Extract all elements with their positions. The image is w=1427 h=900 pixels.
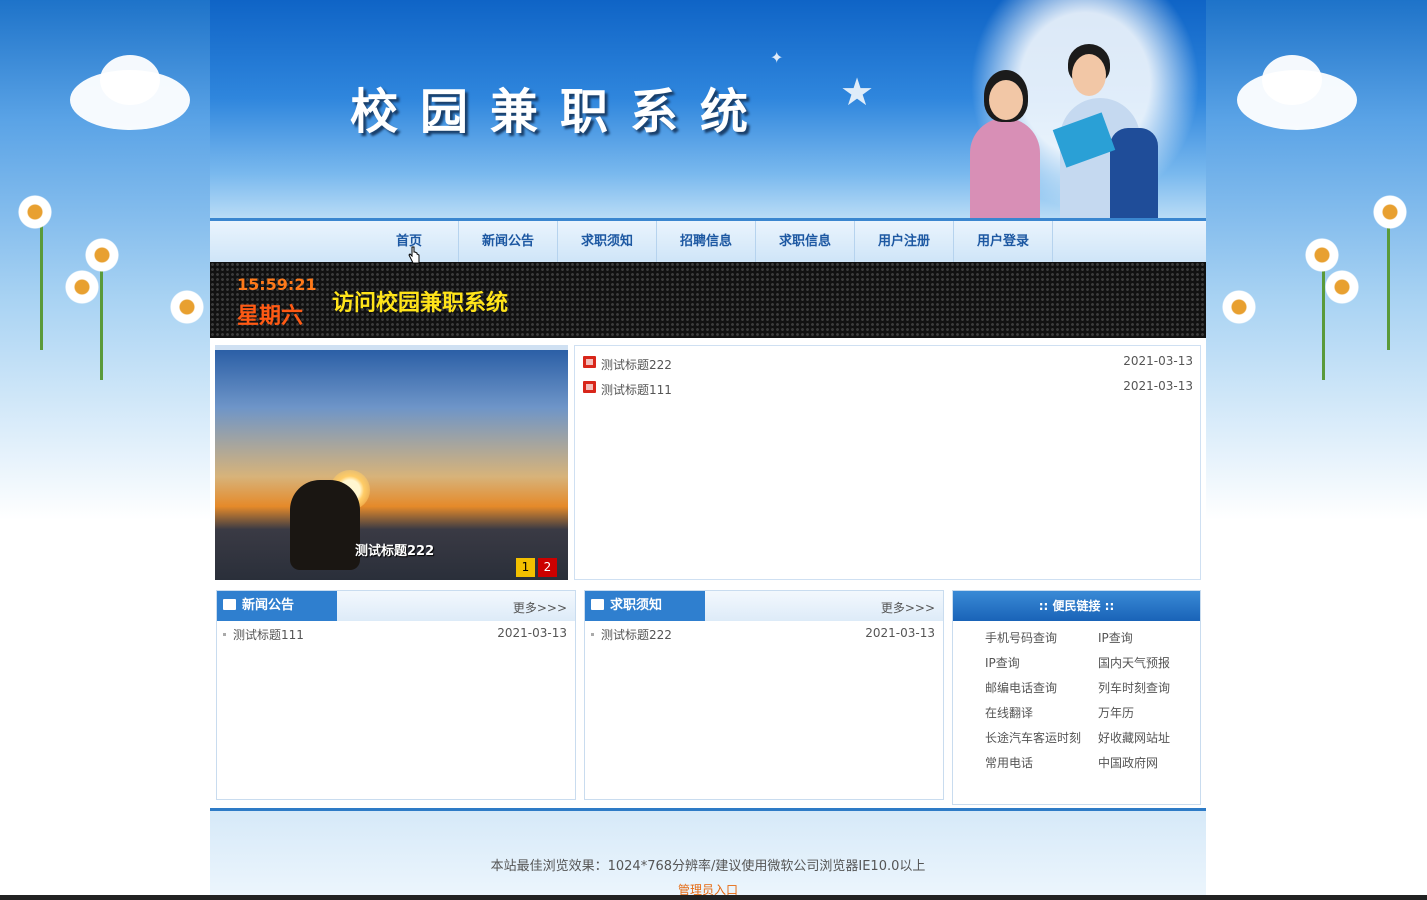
book-icon [223, 599, 236, 610]
item-title-link[interactable]: 测试标题222 [601, 626, 672, 643]
clock-time: 15:59:21 [237, 275, 317, 294]
main-navigation: 首页 新闻公告 求职须知 招聘信息 求职信息 用户注册 用户登录 [210, 218, 1206, 262]
list-item[interactable]: 测试标题111 2021-03-13 [583, 379, 1193, 399]
nav-recruitment[interactable]: 招聘信息 [657, 221, 756, 262]
item-date: 2021-03-13 [497, 626, 567, 640]
star-icon: ★ [840, 70, 875, 114]
link-calendar[interactable]: 万年历 [1098, 704, 1134, 721]
image-slideshow[interactable]: 测试标题222 1 2 [215, 345, 568, 580]
star-icon: ✦ [770, 48, 784, 67]
link-train-schedule[interactable]: 列车时刻查询 [1098, 679, 1170, 696]
more-link[interactable]: 更多>>> [881, 599, 935, 616]
slide-page-2-button[interactable]: 2 [538, 558, 557, 577]
news-flag-icon [583, 356, 596, 368]
site-banner: ★ ✦ 校园兼职系统 [210, 0, 1206, 218]
news-title-link[interactable]: 测试标题222 [601, 356, 672, 373]
panel-title: 求职须知 [585, 591, 705, 621]
news-panel: 新闻公告 更多>>> 测试标题111 2021-03-13 [216, 590, 576, 800]
slide-caption[interactable]: 测试标题222 [355, 540, 434, 559]
nav-job-seeking[interactable]: 求职信息 [756, 221, 855, 262]
news-title-link[interactable]: 测试标题111 [601, 381, 672, 398]
link-weather[interactable]: 国内天气预报 [1098, 654, 1170, 671]
site-footer: 本站最佳浏览效果：1024*768分辨率/建议使用微软公司浏览器IE10.0以上… [210, 808, 1206, 900]
left-sky-decoration [0, 0, 210, 520]
panel-header: 新闻公告 更多>>> [217, 591, 575, 621]
nav-news[interactable]: 新闻公告 [459, 221, 558, 262]
link-bus-schedule[interactable]: 长途汽车客运时刻 [985, 729, 1081, 746]
bullet-icon [591, 633, 594, 636]
child-silhouette [290, 480, 360, 570]
panel-title: 新闻公告 [217, 591, 337, 621]
book-icon [591, 599, 604, 610]
link-translate[interactable]: 在线翻译 [985, 704, 1033, 721]
more-link[interactable]: 更多>>> [513, 599, 567, 616]
item-date: 2021-03-13 [865, 626, 935, 640]
page-container: ★ ✦ 校园兼职系统 首页 新闻公告 求职须知 招聘信息 求职信息 用户注册 用… [210, 0, 1206, 900]
link-phone-lookup[interactable]: 手机号码查询 [985, 629, 1057, 646]
convenience-links-panel: :: 便民链接 :: 手机号码查询 IP查询 IP查询 国内天气预报 邮编电话查… [952, 590, 1201, 805]
right-sky-decoration [1217, 0, 1427, 520]
news-date: 2021-03-13 [1123, 379, 1193, 393]
item-title-link[interactable]: 测试标题111 [233, 626, 304, 643]
site-title: 校园兼职系统 [350, 84, 771, 140]
slide-page-1-button[interactable]: 1 [516, 558, 535, 577]
list-item[interactable]: 测试标题222 2021-03-13 [591, 626, 935, 644]
browser-note: 本站最佳浏览效果：1024*768分辨率/建议使用微软公司浏览器IE10.0以上 [490, 859, 926, 874]
list-item[interactable]: 测试标题222 2021-03-13 [583, 354, 1193, 374]
bullet-icon [223, 633, 226, 636]
link-ip-lookup[interactable]: IP查询 [1098, 629, 1133, 646]
nav-register[interactable]: 用户注册 [855, 221, 954, 262]
link-gov[interactable]: 中国政府网 [1098, 754, 1158, 771]
panel-header: 求职须知 更多>>> [585, 591, 943, 621]
nav-job-guide[interactable]: 求职须知 [558, 221, 657, 262]
led-ticker: 15:59:21 星期六 访问校园兼职系统 [210, 262, 1206, 338]
link-ip-lookup[interactable]: IP查询 [985, 654, 1020, 671]
news-flag-icon [583, 381, 596, 393]
panel-title: :: 便民链接 :: [953, 591, 1200, 621]
list-item[interactable]: 测试标题111 2021-03-13 [223, 626, 567, 644]
link-postcode[interactable]: 邮编电话查询 [985, 679, 1057, 696]
hand-cursor-icon [408, 246, 420, 264]
link-phone-numbers[interactable]: 常用电话 [985, 754, 1033, 771]
news-date: 2021-03-13 [1123, 354, 1193, 368]
window-bottom-bar [0, 895, 1427, 900]
top-news-list: 测试标题222 2021-03-13 测试标题111 2021-03-13 [574, 345, 1201, 580]
scrolling-marquee: 访问校园兼职系统 [332, 291, 509, 316]
link-bookmarks[interactable]: 好收藏网站址 [1098, 729, 1170, 746]
clock-weekday: 星期六 [237, 304, 304, 329]
nav-login[interactable]: 用户登录 [954, 221, 1053, 262]
job-guide-panel: 求职须知 更多>>> 测试标题222 2021-03-13 [584, 590, 944, 800]
